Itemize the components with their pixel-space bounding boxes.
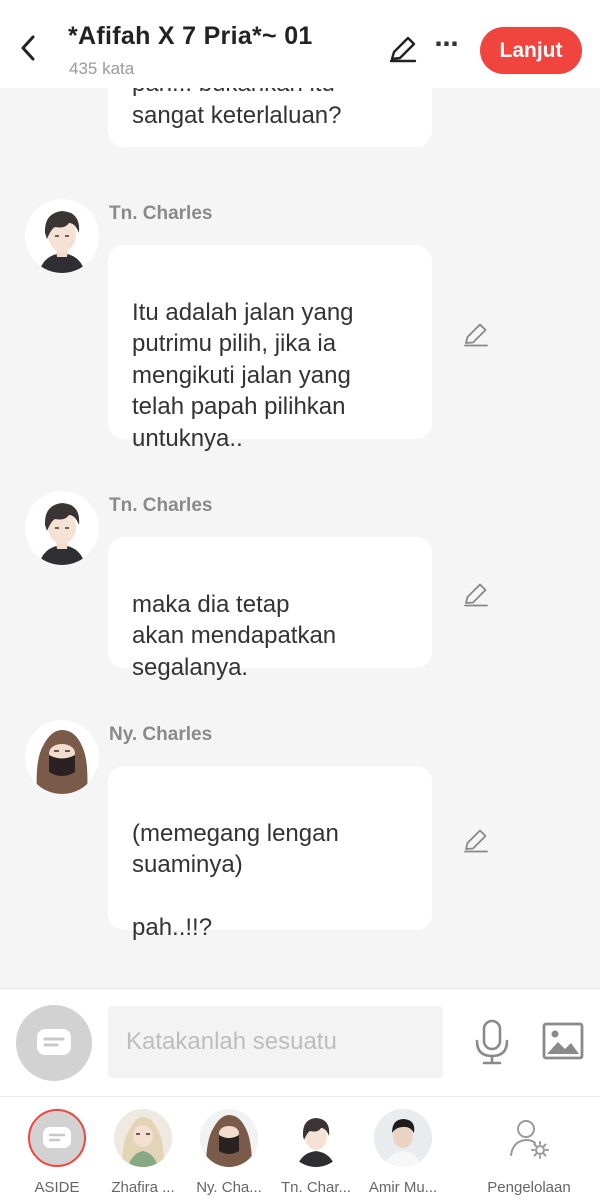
character-label: ASIDE [34,1179,80,1196]
next-button[interactable]: Lanjut [480,27,582,74]
voice-input-button[interactable] [472,1019,512,1065]
character-label: Tn. Char... [280,1179,352,1196]
speaker-name: Tn. Charles [109,203,213,224]
aside-toggle-button[interactable] [16,1005,92,1081]
hijab-girl-avatar-icon [114,1109,172,1167]
male-avatar-icon [287,1109,345,1167]
user-settings-icon [510,1120,549,1159]
message-text: pah... bukankah itu sangat keterlaluan? [132,88,342,129]
composer-bar [0,988,600,1096]
speaker-name: Tn. Charles [109,495,213,516]
character-label: Pengelolaan [487,1179,571,1196]
story-title: *Afifah X 7 Pria*~ 01 [68,22,313,50]
message-bubble-icon [37,1029,71,1055]
manage-avatar [500,1109,558,1167]
speaker-name: Ny. Charles [109,724,213,745]
hijab-avatar-icon [200,1109,258,1167]
insert-image-button[interactable] [541,1021,585,1061]
male-avatar-icon [25,199,99,273]
pencil-icon [389,36,417,63]
more-options-button[interactable]: ⋯ [434,30,460,60]
avatar [374,1109,432,1167]
character-label: Zhafira ... [111,1179,175,1196]
chat-area[interactable]: pah... bukankah itu sangat keterlaluan? … [0,88,600,988]
pencil-icon [464,323,488,347]
avatar [114,1109,172,1167]
edit-message-button[interactable] [462,580,490,608]
character-management-button[interactable]: Pengelolaan [480,1109,578,1196]
message-bubble-icon [43,1127,71,1148]
male-photo-avatar-icon [374,1109,432,1167]
pencil-icon [464,829,488,853]
character-aside[interactable]: ASIDE [14,1109,100,1196]
avatar [200,1109,258,1167]
avatar[interactable] [25,199,99,273]
edit-title-button[interactable] [388,34,418,64]
edit-message-button[interactable] [462,826,490,854]
male-avatar-icon [25,491,99,565]
edit-message-button[interactable] [462,320,490,348]
microphone-icon [475,1019,509,1065]
pencil-icon [464,583,488,607]
avatar [287,1109,345,1167]
character-bar: ASIDE Zhafira ... Ny. Cha... Tn. Char...… [0,1096,600,1202]
message-bubble[interactable]: (memegang lengan suaminya) pah..!!? [108,766,432,941]
character-label: Ny. Cha... [196,1179,262,1196]
character-label: Amir Mu... [368,1179,438,1196]
message-text: Itu adalah jalan yang putrimu pilih, jik… [132,298,354,452]
image-icon [542,1022,584,1060]
message-input[interactable] [108,1006,443,1078]
message-bubble[interactable]: Itu adalah jalan yang putrimu pilih, jik… [108,245,432,452]
character-amir[interactable]: Amir Mu... [360,1109,446,1196]
aside-avatar [28,1109,86,1167]
avatar[interactable] [25,720,99,794]
character-tn-charles[interactable]: Tn. Char... [273,1109,359,1196]
character-zhafira[interactable]: Zhafira ... [100,1109,186,1196]
message-bubble[interactable]: pah... bukankah itu sangat keterlaluan? [108,88,432,147]
avatar[interactable] [25,491,99,565]
hijab-avatar-icon [25,720,99,794]
chevron-left-icon [21,35,35,61]
message-text: maka dia tetap akan mendapatkan segalany… [132,590,337,681]
header-bar: *Afifah X 7 Pria*~ 01 435 kata ⋯ Lanjut [0,0,600,88]
message-text: (memegang lengan suaminya) pah..!!? [132,819,339,942]
word-count: 435 kata [69,59,135,78]
message-bubble[interactable]: maka dia tetap akan mendapatkan segalany… [108,537,432,681]
character-ny-charles[interactable]: Ny. Cha... [186,1109,272,1196]
back-button[interactable] [14,30,42,66]
